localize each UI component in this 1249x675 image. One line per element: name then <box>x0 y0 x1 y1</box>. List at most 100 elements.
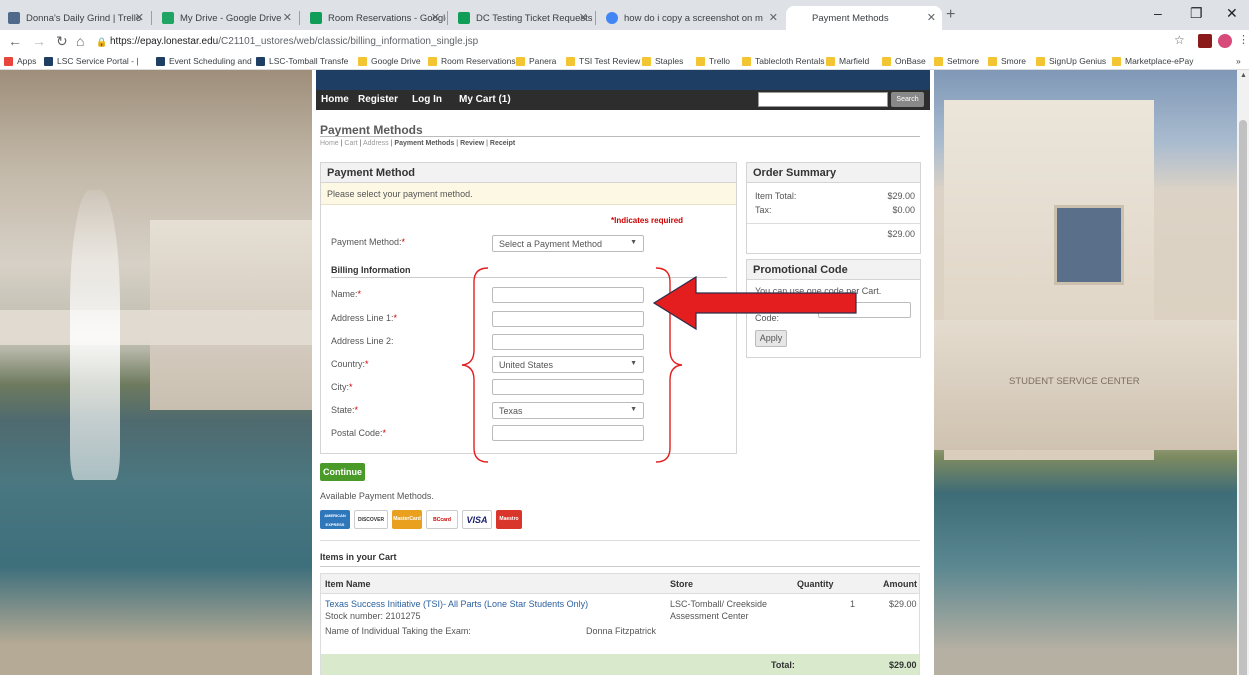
nav-home[interactable]: Home <box>321 94 349 105</box>
close-icon[interactable]: ✕ <box>431 11 440 24</box>
dropdown-arrow-icon: ▼ <box>630 239 637 246</box>
close-window-icon[interactable]: ✕ <box>1226 5 1238 22</box>
folder-icon <box>358 56 367 66</box>
nav-register[interactable]: Register <box>358 94 398 105</box>
column-header-quantity: Quantity <box>797 579 834 589</box>
tax-row: Tax: $0.00 <box>755 205 915 215</box>
item-total-row: Item Total: $29.00 <box>755 191 915 201</box>
bookmark-label: Room Reservations <box>441 56 516 66</box>
column-header-store: Store <box>670 579 694 589</box>
page-scrollbar[interactable]: ▲ <box>1237 70 1249 675</box>
tab-room-reservations[interactable]: Room Reservations - Google She ✕ <box>302 6 446 30</box>
tab-title: Payment Methods <box>812 12 889 24</box>
maximize-icon[interactable]: ❐ <box>1190 5 1203 22</box>
building-sign: STUDENT SERVICE CENTER <box>1009 376 1140 387</box>
close-icon[interactable]: ✕ <box>135 11 144 24</box>
divider <box>320 566 920 567</box>
site-banner <box>316 70 930 90</box>
home-icon[interactable]: ⌂ <box>76 33 84 49</box>
address-line-1-field[interactable] <box>492 311 644 327</box>
page-viewport: STUDENT SERVICE CENTER Home Register Log… <box>0 70 1249 675</box>
required-star: * <box>354 405 359 415</box>
bookmarks-overflow[interactable]: » <box>1236 56 1241 66</box>
bookmark-label: SignUp Genius <box>1049 56 1107 66</box>
bookmark-smore[interactable]: Smore <box>988 56 1026 66</box>
scrollbar-thumb[interactable] <box>1239 120 1247 675</box>
nav-login[interactable]: Log In <box>412 94 442 105</box>
site-search-button[interactable]: Search <box>891 92 924 107</box>
bookmark-trello[interactable]: Trello <box>696 56 730 66</box>
bookmark-lsc-service-portal[interactable]: LSC Service Portal - | <box>44 56 139 66</box>
scroll-up-icon[interactable]: ▲ <box>1240 72 1247 79</box>
apply-button[interactable]: Apply <box>755 330 787 347</box>
forward-icon[interactable]: → <box>32 33 46 49</box>
cart-table-header: Item Name Store Quantity Amount <box>321 574 919 594</box>
tab-google-drive[interactable]: My Drive - Google Drive ✕ <box>154 6 298 30</box>
address-line-2-field[interactable] <box>492 334 644 350</box>
breadcrumb-separator: | <box>456 140 459 147</box>
close-icon[interactable]: ✕ <box>579 11 588 24</box>
folder-icon <box>1112 56 1121 66</box>
bookmark-lsc-tomball[interactable]: LSC-Tomball Transfe <box>256 56 348 66</box>
site-search-input[interactable] <box>758 92 888 107</box>
close-icon[interactable]: ✕ <box>283 11 292 24</box>
divider <box>320 136 920 137</box>
bookmark-onbase[interactable]: OnBase <box>882 56 926 66</box>
bookmark-marketplace-epay[interactable]: Marketplace-ePay <box>1112 56 1194 66</box>
breadcrumb-separator: | <box>486 140 488 147</box>
name-field[interactable] <box>492 287 644 303</box>
menu-icon[interactable]: ⋮ <box>1238 33 1249 46</box>
close-icon[interactable]: ✕ <box>927 11 936 24</box>
postal-code-label: Postal Code:* <box>331 428 386 438</box>
minimize-icon[interactable]: – <box>1154 5 1162 21</box>
reload-icon[interactable]: ↻ <box>56 33 68 50</box>
google-icon <box>606 12 618 24</box>
breadcrumb-home[interactable]: Home <box>320 140 339 147</box>
bookmark-marfield[interactable]: Marfield <box>826 56 869 66</box>
state-select[interactable]: Texas ▼ <box>492 402 644 419</box>
total-amount: $29.00 <box>889 660 917 670</box>
tab-google-search[interactable]: how do i copy a screenshot on m ✕ <box>598 6 784 30</box>
bookmark-tsi-test-review[interactable]: TSI Test Review <box>566 56 640 66</box>
bookmark-room-reservations[interactable]: Room Reservations <box>428 56 516 66</box>
breadcrumb-receipt: Receipt <box>489 140 516 147</box>
row-label: Tax: <box>755 205 772 215</box>
breadcrumb-cart[interactable]: Cart <box>344 140 357 147</box>
bookmark-signup-genius[interactable]: SignUp Genius <box>1036 56 1106 66</box>
lsc-icon <box>256 56 265 66</box>
bookmark-tablecloth-rentals[interactable]: Tablecloth Rentals <box>742 56 824 66</box>
breadcrumb: Home | Cart | Address | Payment Methods … <box>320 140 515 147</box>
city-field[interactable] <box>492 379 644 395</box>
payment-method-select[interactable]: Select a Payment Method ▼ <box>492 235 644 252</box>
bookmark-label: Tablecloth Rentals <box>755 56 825 66</box>
folder-icon <box>826 56 835 66</box>
postal-code-field[interactable] <box>492 425 644 441</box>
bookmark-star-icon[interactable]: ☆ <box>1174 33 1185 47</box>
dropdown-arrow-icon: ▼ <box>630 406 637 413</box>
new-tab-icon[interactable]: + <box>946 6 955 24</box>
bookmark-setmore[interactable]: Setmore <box>934 56 979 66</box>
tab-title: DC Testing Ticket Requests (Tab <box>476 12 594 24</box>
bookmark-event-scheduling[interactable]: Event Scheduling and <box>156 56 252 66</box>
bookmark-panera[interactable]: Panera <box>516 56 556 66</box>
nav-my-cart[interactable]: My Cart (1) <box>459 94 511 105</box>
cart-item-link[interactable]: Texas Success Initiative (TSI)- All Part… <box>325 599 588 609</box>
billing-info-heading: Billing Information <box>331 265 411 275</box>
address-bar[interactable]: 🔒 https://epay.lonestar.edu/C21101_ustor… <box>96 33 1186 51</box>
bookmark-staples[interactable]: Staples <box>642 56 683 66</box>
label-text: Name: <box>331 289 358 299</box>
country-select[interactable]: United States ▼ <box>492 356 644 373</box>
tab-dc-testing[interactable]: DC Testing Ticket Requests (Tab ✕ <box>450 6 594 30</box>
back-icon[interactable]: ← <box>8 33 22 49</box>
divider <box>320 540 920 541</box>
extension-icon[interactable] <box>1198 34 1212 48</box>
continue-button[interactable]: Continue <box>320 463 365 481</box>
breadcrumb-address[interactable]: Address <box>363 140 389 147</box>
tab-trello[interactable]: Donna's Daily Grind | Trello ✕ <box>0 6 150 30</box>
bookmark-google-drive[interactable]: Google Drive <box>358 56 421 66</box>
tab-payment-methods[interactable]: Payment Methods ✕ <box>786 6 942 30</box>
bookmark-apps[interactable]: Apps <box>4 56 36 66</box>
bookmark-label: Setmore <box>947 56 980 66</box>
profile-avatar[interactable] <box>1218 34 1232 48</box>
close-icon[interactable]: ✕ <box>769 11 778 24</box>
